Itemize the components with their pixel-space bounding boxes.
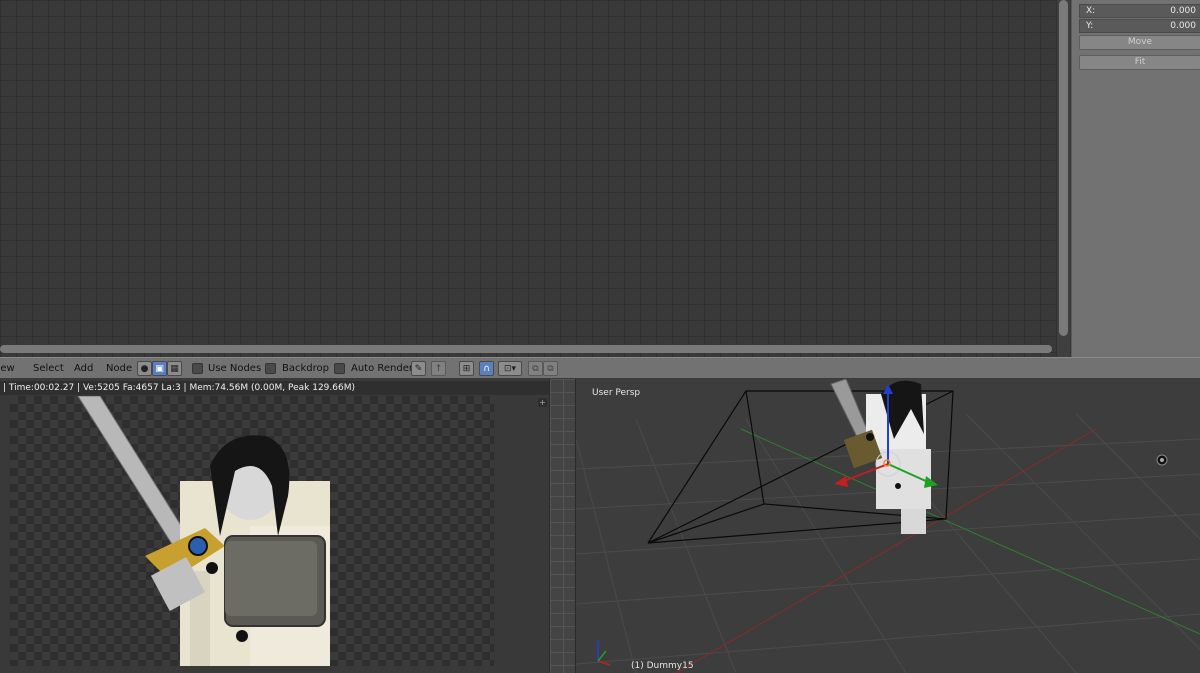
backdrop-label: Backdrop bbox=[282, 363, 329, 374]
texture-nodes-icon[interactable]: ▦ bbox=[167, 361, 182, 376]
backdrop-checkbox[interactable] bbox=[265, 363, 276, 374]
viewport-scene bbox=[576, 379, 1200, 673]
render-image bbox=[10, 396, 494, 666]
use-nodes-checkbox[interactable] bbox=[192, 363, 203, 374]
compositing-nodes-icon[interactable]: ▣ bbox=[152, 361, 167, 376]
auto-render-checkbox[interactable] bbox=[334, 363, 345, 374]
corner-plus-icon[interactable]: + bbox=[538, 398, 547, 407]
node-tree-icon[interactable]: ⊞ bbox=[459, 361, 474, 376]
viewport-title: User Persp bbox=[592, 388, 641, 398]
menu-node[interactable]: Node bbox=[106, 363, 132, 374]
backdrop-y-label: Y: bbox=[1086, 21, 1094, 31]
area-split-strip[interactable] bbox=[549, 379, 576, 673]
use-nodes-label: Use Nodes bbox=[208, 363, 262, 374]
move-button[interactable]: Move bbox=[1079, 35, 1200, 50]
free-unused-icon[interactable]: ✎ bbox=[411, 361, 426, 376]
rendered-character-figure bbox=[77, 396, 330, 666]
y-axis-line bbox=[740, 428, 1200, 635]
snap-element-dropdown-icon[interactable]: ⊡▾ bbox=[498, 361, 522, 376]
menu-view[interactable]: View bbox=[0, 363, 15, 374]
shader-nodes-icon[interactable]: ● bbox=[137, 361, 152, 376]
backdrop-x-value: 0.000 bbox=[1170, 6, 1196, 16]
fit-button[interactable]: Fit bbox=[1079, 55, 1200, 70]
menu-select[interactable]: Select bbox=[33, 363, 64, 374]
backdrop-y-field[interactable]: Y: 0.000 bbox=[1079, 19, 1200, 33]
node-editor-horizontal-scrollbar[interactable] bbox=[0, 345, 1052, 353]
node-editor-canvas[interactable] bbox=[0, 0, 1071, 357]
copy-nodes-icon[interactable]: ⧉ bbox=[528, 361, 543, 376]
3d-viewport[interactable] bbox=[576, 379, 1200, 673]
node-editor-vertical-scrollbar[interactable] bbox=[1059, 0, 1068, 336]
parent-node-tree-icon[interactable]: ↑ bbox=[431, 361, 446, 376]
node-editor-header: View Select Add Node ● ▣ ▦ Use Nodes Bac… bbox=[0, 357, 1200, 379]
backdrop-x-field[interactable]: X: 0.000 bbox=[1079, 4, 1200, 18]
backdrop-x-label: X: bbox=[1086, 6, 1096, 16]
paste-nodes-icon[interactable]: ⧉ bbox=[543, 361, 558, 376]
backdrop-y-value: 0.000 bbox=[1170, 21, 1196, 31]
snap-icon[interactable]: ∩ bbox=[479, 361, 494, 376]
auto-render-label: Auto Render bbox=[351, 363, 413, 374]
properties-side-panel: X: 0.000 Y: 0.000 Move Fit bbox=[1071, 0, 1200, 357]
render-status-text: | Time:00:02.27 | Ve:5205 Fa:4657 La:3 |… bbox=[0, 381, 549, 395]
menu-add[interactable]: Add bbox=[74, 363, 93, 374]
viewport-object-label: (1) Dummy15 bbox=[631, 661, 694, 671]
